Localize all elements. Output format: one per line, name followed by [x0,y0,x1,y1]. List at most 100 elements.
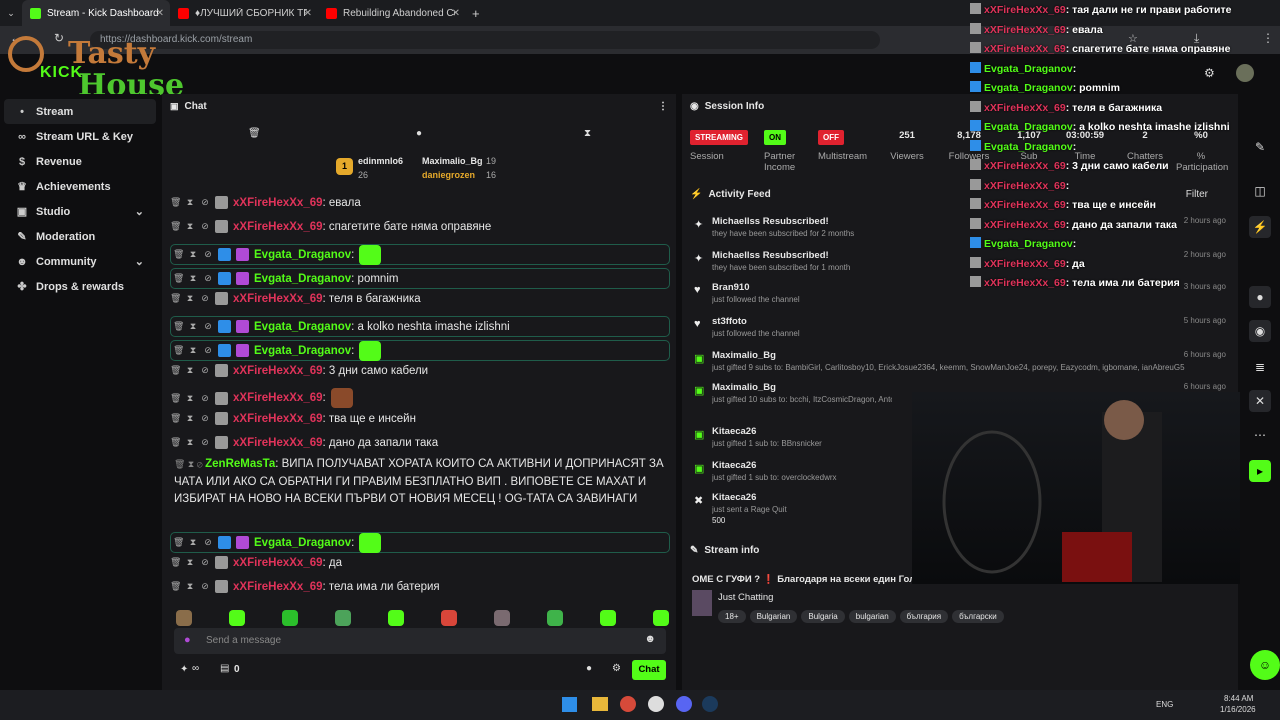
timeout-icon[interactable]: ⧗ [188,321,198,332]
chat-menu-icon[interactable]: ⋮ [658,101,668,112]
language[interactable]: ENG [1156,700,1173,709]
delete-icon[interactable]: 🗑 [173,345,184,356]
active-tool-icon[interactable]: ▸ [1249,460,1271,482]
chat-settings-icon[interactable]: ● [586,663,592,674]
activity-title[interactable]: Maximalio_Bg [712,350,1212,361]
chat-message[interactable]: 🗑 ⧗ ⊘ Evgata_Draganov: pomnim [170,268,670,289]
support-icon[interactable]: ☺ [1250,650,1280,680]
delete-icon[interactable]: 🗑 [173,537,184,548]
timeout-icon[interactable]: ⧗ [185,413,195,424]
mic-icon[interactable]: ● [184,634,191,646]
chevron-down-icon[interactable]: ⌄ [135,205,144,218]
edit-icon[interactable]: ✎ [1249,136,1271,158]
ban-icon[interactable]: ⊘ [200,437,210,448]
delete-icon[interactable]: 🗑 [170,437,181,448]
ban-icon[interactable]: ⊘ [203,249,213,260]
chat-send-button[interactable]: Chat [632,660,666,680]
timeout-icon[interactable]: ⧗ [188,249,198,260]
chat-username[interactable]: xXFireHexXx_69 [233,365,323,377]
activity-title[interactable]: st3ffoto [712,316,1212,327]
browser-tab[interactable]: ♦ЛУЧШИЙ СБОРНИК ТРЕКОВ✕ [170,0,318,26]
sidebar-item-achievements[interactable]: ♛ Achievements [4,174,156,199]
gifter-name[interactable]: daniegrozen [422,170,475,180]
sidebar-item-moderation[interactable]: ✎ Moderation [4,224,156,249]
timeout-icon[interactable]: ⧗ [188,273,198,284]
ban-icon[interactable]: ⊘ [203,321,213,332]
delete-icon[interactable]: 🗑 [170,557,181,568]
chat-username[interactable]: Evgata_Draganov [254,537,351,549]
wrench-icon[interactable]: ✕ [1249,390,1271,412]
bolt-icon[interactable]: ⚡ [1249,216,1271,238]
delete-icon[interactable]: 🗑 [170,197,181,208]
chat-username[interactable]: xXFireHexXx_69 [233,581,323,593]
delete-icon[interactable]: 🗑 [170,413,181,424]
sidebar-item-drops-rewards[interactable]: ✤ Drops & rewards [4,274,156,299]
browser-tab[interactable]: Rebuilding Abandoned Compo✕ [318,0,466,26]
chat-username[interactable]: xXFireHexXx_69 [233,437,323,449]
delete-icon[interactable]: 🗑 [173,273,184,284]
ban-icon[interactable]: ⊘ [203,345,213,356]
chat-username[interactable]: xXFireHexXx_69 [233,392,323,404]
gifter-name[interactable]: edinmnlo6 [358,156,403,166]
status-badge[interactable]: ON [764,130,786,145]
github-icon[interactable] [648,696,664,712]
gifter-name[interactable]: Maximalio_Bg [422,156,483,166]
ban-icon[interactable]: ⊘ [200,197,210,208]
delete-icon[interactable]: 🗑 [170,581,181,592]
stream-tag[interactable]: български [952,610,1004,623]
ban-icon[interactable]: ⊘ [200,293,210,304]
delete-icon[interactable]: 🗑 [170,221,181,232]
message-input[interactable]: ● Send a message ☻ [174,628,666,654]
emoji-icon[interactable]: ☻ [644,633,656,645]
status-badge[interactable]: STREAMING [690,130,748,145]
ban-icon[interactable]: ⊘ [203,273,213,284]
delete-icon[interactable]: 🗑 [173,249,184,260]
new-tab-button[interactable]: + [472,6,480,21]
delete-icon[interactable]: 🗑 [170,293,181,304]
ban-icon[interactable]: ⊘ [200,413,210,424]
chat-message[interactable]: 🗑 ⧗ ⊘ Evgata_Draganov: [170,244,670,265]
chat-username[interactable]: ZenReMasTa [205,458,275,470]
gear-icon[interactable]: ⚙ [612,663,621,674]
timeout-icon[interactable]: ⧗ [185,365,195,376]
timeout-icon[interactable]: ⧗ [185,197,195,208]
sidebar-item-community[interactable]: ☻ Community ⌄ [4,249,156,274]
chat-message-mod[interactable]: 🗑 ⧗ ⊘ ZenReMasTa: ВИПА ПОЛУЧАВАТ ХОРАТА … [174,456,670,509]
chat-message[interactable]: 🗑 ⧗ ⊘ xXFireHexXx_69: дано да запали така [170,436,670,449]
timeout-icon[interactable]: ⧗ [188,537,198,548]
hourglass-icon[interactable]: ⧗ [584,128,591,139]
discord-icon[interactable] [676,696,692,712]
start-icon[interactable] [562,697,577,712]
chat-message[interactable]: 🗑 ⧗ ⊘ Evgata_Draganov: [170,532,670,553]
ban-icon[interactable]: ⊘ [200,557,210,568]
explorer-icon[interactable] [592,697,608,711]
chat-username[interactable]: Evgata_Draganov [254,273,351,285]
chat-username[interactable]: Evgata_Draganov [254,345,351,357]
timeout-icon[interactable]: ⧗ [185,557,195,568]
timeout-icon[interactable]: ⧗ [188,345,198,356]
category-name[interactable]: Just Chatting [718,592,773,603]
sidebar-item-stream-url-key[interactable]: ∞ Stream URL & Key [4,124,156,149]
clock-date[interactable]: 1/16/2026 [1220,705,1256,714]
share-icon[interactable]: ⋯ [1249,424,1271,446]
chat-username[interactable]: Evgata_Draganov [254,249,351,261]
sidebar-item-revenue[interactable]: $ Revenue [4,149,156,174]
sidebar-item-stream[interactable]: • Stream [4,99,156,124]
ban-icon[interactable]: ⊘ [203,537,213,548]
delete-icon[interactable]: 🗑 [170,365,181,376]
clock-time[interactable]: 8:44 AM [1224,694,1253,703]
delete-icon[interactable]: 🗑 [173,321,184,332]
timeout-icon[interactable]: ⧗ [185,221,195,232]
ban-icon[interactable]: ⊘ [200,393,210,404]
chat-username[interactable]: Evgata_Draganov [254,321,351,333]
chat-username[interactable]: xXFireHexXx_69 [233,221,323,233]
chat-message[interactable]: 🗑 ⧗ ⊘ xXFireHexXx_69: спагетите бате няма о… [170,220,670,233]
chat-message[interactable]: 🗑 ⧗ ⊘ xXFireHexXx_69: 3 дни само кабели [170,364,670,377]
ban-icon[interactable]: ⊘ [200,365,210,376]
trash-icon[interactable]: 🗑 [248,128,261,139]
timeout-icon[interactable]: ⧗ [185,437,195,448]
chat-message[interactable]: 🗑 ⧗ ⊘ Evgata_Draganov: [170,340,670,361]
broadcast-icon[interactable]: ◉ [1249,320,1271,342]
steam-icon[interactable] [702,696,718,712]
chat-message[interactable]: 🗑 ⧗ ⊘ xXFireHexXx_69: да [170,556,670,569]
